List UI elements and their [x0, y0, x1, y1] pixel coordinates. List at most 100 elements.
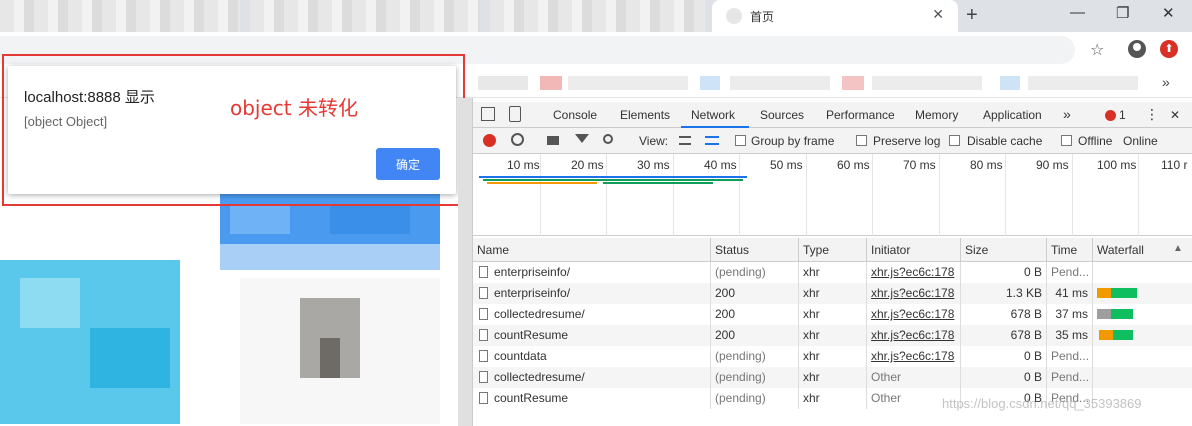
blurred-tab[interactable] — [250, 0, 480, 32]
preserve-log-checkbox[interactable] — [856, 135, 867, 146]
document-icon — [479, 392, 488, 404]
request-initiator-link[interactable]: xhr.js?ec6c:178 — [867, 262, 961, 283]
column-header-type[interactable]: Type — [799, 238, 867, 262]
request-type: xhr — [799, 346, 867, 367]
inspect-element-icon[interactable] — [481, 107, 495, 121]
annotation-text: object 未转化 — [230, 96, 358, 120]
grid-line — [1138, 154, 1139, 236]
column-header-size[interactable]: Size — [961, 238, 1047, 262]
bookmark-item[interactable] — [700, 76, 720, 90]
offline-checkbox[interactable] — [1061, 135, 1072, 146]
request-size: 1.3 KB — [961, 283, 1047, 304]
group-by-frame-label: Group by frame — [751, 134, 835, 148]
update-icon[interactable]: ⬆ — [1160, 40, 1178, 58]
waterfall-view-icon[interactable] — [705, 136, 719, 145]
blurred-block — [330, 204, 410, 234]
request-type: xhr — [799, 283, 867, 304]
sort-ascending-icon[interactable]: ▲ — [1173, 243, 1183, 254]
bookmark-item[interactable] — [1000, 76, 1020, 90]
search-icon[interactable] — [603, 134, 613, 144]
tab-close-icon[interactable]: ✕ — [932, 6, 944, 23]
request-status: (pending) — [711, 367, 799, 388]
close-window-button[interactable]: ✕ — [1162, 4, 1175, 22]
request-type: xhr — [799, 304, 867, 325]
column-header-status[interactable]: Status — [711, 238, 799, 262]
tick-label: 60 ms — [837, 158, 870, 172]
bookmark-item[interactable] — [730, 76, 830, 90]
request-status: (pending) — [711, 346, 799, 367]
device-toolbar-icon[interactable] — [509, 106, 521, 122]
grid-line — [673, 154, 674, 236]
minimize-button[interactable]: — — [1070, 4, 1085, 21]
error-count[interactable]: 1 — [1119, 108, 1126, 122]
clear-icon[interactable] — [511, 133, 524, 146]
screenshot-icon[interactable] — [547, 136, 559, 145]
tick-label: 40 ms — [704, 158, 737, 172]
error-icon[interactable] — [1105, 110, 1116, 121]
tab-performance[interactable]: Performance — [826, 108, 895, 122]
active-tab[interactable]: 首页 ✕ — [712, 0, 958, 32]
network-overview[interactable]: 10 ms 20 ms 30 ms 40 ms 50 ms 60 ms 70 m… — [473, 154, 1192, 236]
blurred-tab[interactable] — [490, 0, 705, 32]
blurred-block — [90, 328, 170, 388]
filter-icon[interactable] — [575, 134, 589, 143]
table-row[interactable]: countdata (pending) xhr xhr.js?ec6c:178 … — [473, 346, 1192, 367]
request-initiator-link[interactable]: xhr.js?ec6c:178 — [867, 283, 961, 304]
request-waterfall — [1093, 262, 1192, 283]
column-header-name[interactable]: Name — [473, 238, 711, 262]
table-row[interactable]: enterpriseinfo/ (pending) xhr xhr.js?ec6… — [473, 262, 1192, 283]
disable-cache-label: Disable cache — [967, 134, 1043, 148]
disable-cache-checkbox[interactable] — [949, 135, 960, 146]
grid-line — [1005, 154, 1006, 236]
waterfall-wait-bar — [1099, 330, 1113, 340]
list-view-icon[interactable] — [679, 136, 691, 145]
request-type: xhr — [799, 262, 867, 283]
request-size: 678 B — [961, 304, 1047, 325]
timeline-bar — [487, 182, 597, 184]
bookmarks-more-icon[interactable]: » — [1162, 74, 1170, 90]
request-type: xhr — [799, 388, 867, 409]
blurred-tab[interactable] — [0, 0, 240, 32]
table-row[interactable]: countResume 200 xhr xhr.js?ec6c:178 678 … — [473, 325, 1192, 346]
new-tab-button[interactable]: + — [966, 4, 978, 27]
request-initiator: Other — [867, 367, 961, 388]
bookmark-item[interactable] — [478, 76, 528, 90]
table-row[interactable]: collectedresume/ 200 xhr xhr.js?ec6c:178… — [473, 304, 1192, 325]
more-tabs-icon[interactable]: » — [1063, 106, 1071, 122]
tab-sources[interactable]: Sources — [760, 108, 804, 122]
request-initiator-link[interactable]: xhr.js?ec6c:178 — [867, 325, 961, 346]
bookmark-item[interactable] — [1028, 76, 1138, 90]
tab-memory[interactable]: Memory — [915, 108, 958, 122]
devtools-splitter[interactable] — [458, 98, 472, 426]
bookmark-item[interactable] — [568, 76, 688, 90]
column-header-initiator[interactable]: Initiator — [867, 238, 961, 262]
table-row[interactable]: collectedresume/ (pending) xhr Other 0 B… — [473, 367, 1192, 388]
request-name: collectedresume/ — [494, 370, 585, 384]
profile-icon[interactable] — [1128, 40, 1146, 58]
throttle-select[interactable]: Online — [1123, 134, 1158, 148]
tab-console[interactable]: Console — [553, 108, 597, 122]
request-size: 0 B — [961, 346, 1047, 367]
tick-label: 90 ms — [1036, 158, 1069, 172]
tab-title: 首页 — [750, 10, 775, 24]
bookmark-item[interactable] — [842, 76, 864, 90]
request-initiator-link[interactable]: xhr.js?ec6c:178 — [867, 346, 961, 367]
bookmark-item[interactable] — [540, 76, 562, 90]
maximize-button[interactable]: ❐ — [1116, 4, 1129, 22]
record-icon[interactable] — [483, 134, 496, 147]
request-size: 678 B — [961, 325, 1047, 346]
request-initiator-link[interactable]: xhr.js?ec6c:178 — [867, 304, 961, 325]
bookmark-item[interactable] — [872, 76, 982, 90]
devtools-close-icon[interactable]: ✕ — [1170, 108, 1180, 122]
offline-label: Offline — [1078, 134, 1113, 148]
grid-line — [872, 154, 873, 236]
request-type: xhr — [799, 367, 867, 388]
tab-application[interactable]: Application — [983, 108, 1042, 122]
group-by-frame-checkbox[interactable] — [735, 135, 746, 146]
tab-elements[interactable]: Elements — [620, 108, 670, 122]
column-header-time[interactable]: Time — [1047, 238, 1093, 262]
tab-network[interactable]: Network — [691, 108, 735, 122]
devtools-menu-icon[interactable]: ⋮ — [1145, 106, 1159, 123]
bookmark-star-icon[interactable]: ☆ — [1090, 40, 1104, 60]
table-row[interactable]: enterpriseinfo/ 200 xhr xhr.js?ec6c:178 … — [473, 283, 1192, 304]
